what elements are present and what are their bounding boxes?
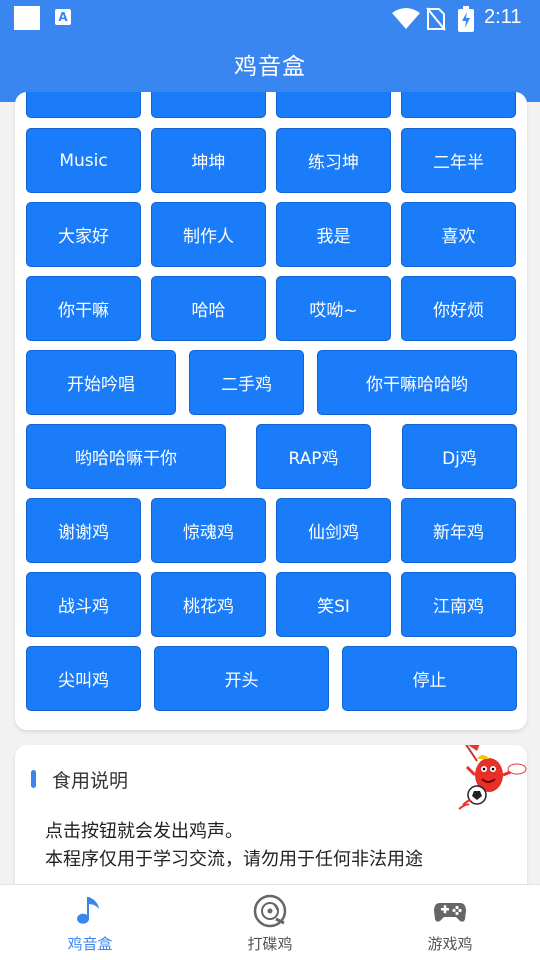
disc-icon xyxy=(253,894,287,928)
nav-item-game-chicken[interactable]: 游戏鸡 xyxy=(360,885,540,960)
start-button[interactable]: 开头 xyxy=(154,646,329,711)
sound-button-sword-chicken[interactable]: 仙剑鸡 xyxy=(276,498,391,563)
sound-button-thanks-chicken[interactable]: 谢谢鸡 xyxy=(26,498,141,563)
sound-button-so-annoying[interactable]: 你好烦 xyxy=(401,276,516,341)
sound-button-new-year-chicken[interactable]: 新年鸡 xyxy=(401,498,516,563)
stop-button[interactable]: 停止 xyxy=(342,646,517,711)
clock-time: 2:11 xyxy=(484,6,522,28)
sound-button-peach-blossom-chicken[interactable]: 桃花鸡 xyxy=(151,572,266,637)
disclaimer-text: 本程序仅用于学习交流，请勿用于任何非法用途 xyxy=(45,849,423,870)
sound-button-kunkun[interactable]: 坤坤 xyxy=(151,128,266,193)
sound-button-battle-chicken[interactable]: 战斗鸡 xyxy=(26,572,141,637)
sound-button[interactable] xyxy=(276,92,391,118)
sound-button[interactable] xyxy=(151,92,266,118)
no-sim-icon xyxy=(426,7,446,31)
sound-button-laugh-si[interactable]: 笑SI xyxy=(276,572,391,637)
nav-item-sound-box[interactable]: 鸡音盒 xyxy=(0,885,180,960)
sound-button-scream-chicken[interactable]: 尖叫鸡 xyxy=(26,646,141,711)
music-note-icon xyxy=(77,897,99,924)
gamepad-icon xyxy=(434,903,466,922)
sound-button-aiyo[interactable]: 哎呦~ xyxy=(276,276,391,341)
sound-button-practice-kun[interactable]: 练习坤 xyxy=(276,128,391,193)
wifi-icon xyxy=(392,8,420,29)
instructions-text: 点击按钮就会发出鸡声。 xyxy=(45,821,243,842)
sound-button-music[interactable]: Music xyxy=(26,128,141,193)
battery-charging-icon xyxy=(458,6,474,32)
sound-button-what-haha-yo[interactable]: 你干嘛哈哈哟 xyxy=(317,350,517,415)
sound-button-card: Music 坤坤 练习坤 二年半 大家好 制作人 我是 喜欢 你干嘛 哈哈 哎呦… xyxy=(15,92,527,730)
bottom-navigation: 鸡音盒 打碟鸡 游戏鸡 xyxy=(0,884,540,960)
sound-button-hello-everyone[interactable]: 大家好 xyxy=(26,202,141,267)
sound-button-like[interactable]: 喜欢 xyxy=(401,202,516,267)
sound-button[interactable] xyxy=(26,92,141,118)
instructions-card: 食用说明 点击按钮就会发出鸡声。 本程序仅用于学习交流，请勿用于任何非法用途 xyxy=(15,745,527,895)
sound-button-two-and-half[interactable]: 二年半 xyxy=(401,128,516,193)
nav-label: 鸡音盒 xyxy=(67,935,113,953)
nav-label: 游戏鸡 xyxy=(427,935,473,953)
sound-button-jiangnan-chicken[interactable]: 江南鸡 xyxy=(401,572,516,637)
instructions-title: 食用说明 xyxy=(52,770,129,792)
sound-button-start-chant[interactable]: 开始吟唱 xyxy=(26,350,176,415)
sound-button-producer[interactable]: 制作人 xyxy=(151,202,266,267)
sound-button[interactable] xyxy=(401,92,516,118)
section-accent-bar xyxy=(31,770,36,788)
app-notification-icon: A xyxy=(55,9,71,25)
sound-button-scared-chicken[interactable]: 惊魂鸡 xyxy=(151,498,266,563)
sound-button-haha[interactable]: 哈哈 xyxy=(151,276,266,341)
app-title: 鸡音盒 xyxy=(234,54,306,80)
nav-item-dj-chicken[interactable]: 打碟鸡 xyxy=(180,885,360,960)
status-bar: A 2:11 xyxy=(0,0,540,36)
chicken-mascot-icon xyxy=(458,745,527,810)
sound-button-what-are-you-doing[interactable]: 你干嘛 xyxy=(26,276,141,341)
notification-square-icon xyxy=(14,6,40,30)
sound-button-i-am[interactable]: 我是 xyxy=(276,202,391,267)
sound-button-dj-chicken[interactable]: Dj鸡 xyxy=(402,424,517,489)
sound-button-rap-chicken[interactable]: RAP鸡 xyxy=(256,424,371,489)
sound-button-yo-haha-reverse[interactable]: 哟哈哈嘛干你 xyxy=(26,424,226,489)
nav-label: 打碟鸡 xyxy=(247,935,293,953)
sound-button-second-hand-chicken[interactable]: 二手鸡 xyxy=(189,350,304,415)
